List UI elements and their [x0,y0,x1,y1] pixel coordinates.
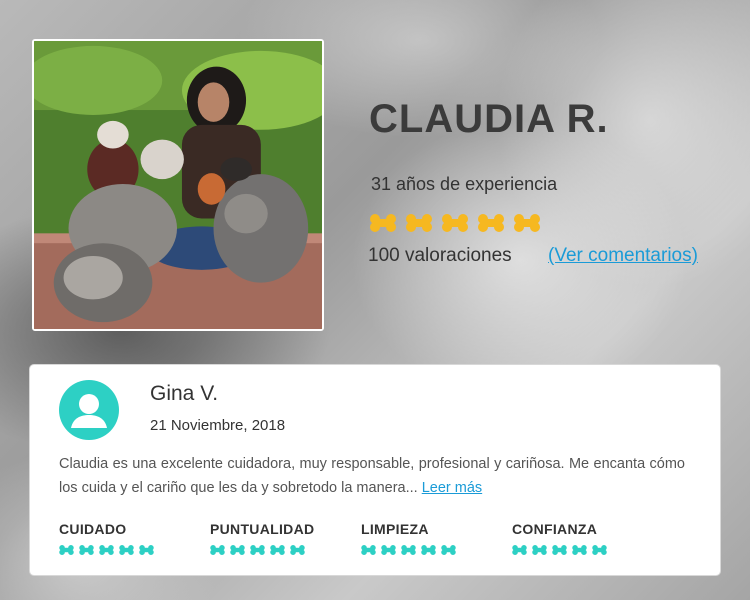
bone-icon [532,545,547,555]
bone-icon [139,545,154,555]
bone-icon [290,545,305,555]
bone-icon [210,545,225,555]
criterion-puntualidad: PUNTUALIDAD [210,521,361,555]
read-more-link[interactable]: Leer más [422,480,482,496]
sitter-photo [32,39,324,331]
bone-icon [119,545,134,555]
bone-icon [99,545,114,555]
criterion-limpieza: LIMPIEZA [361,521,512,555]
bone-icon [514,214,540,232]
bone-icon [512,545,527,555]
review-body: Claudia es una excelente cuidadora, muy … [59,456,685,496]
review-criteria: CUIDADO PUNTUALIDAD LIMPIEZA CONFIANZA [59,521,663,555]
criterion-rating [59,545,210,555]
bone-icon [230,545,245,555]
reviews-count: 100 valoraciones [368,245,512,266]
review-text: Claudia es una excelente cuidadora, muy … [59,452,685,500]
bone-icon [270,545,285,555]
review-date: 21 Noviembre, 2018 [150,417,286,434]
user-icon [59,380,119,440]
bone-icon [421,545,436,555]
bone-icon [478,214,504,232]
review-card: Gina V. 21 Noviembre, 2018 Claudia es un… [29,364,721,576]
sitter-photo-image [34,41,322,329]
bone-icon [406,214,432,232]
criterion-label: LIMPIEZA [361,521,429,537]
bone-icon [401,545,416,555]
avatar-silhouette [71,394,107,428]
criterion-label: CUIDADO [59,521,127,537]
criterion-cuidado: CUIDADO [59,521,210,555]
criterion-rating [361,545,512,555]
bone-icon [592,545,607,555]
criterion-label: PUNTUALIDAD [210,521,315,537]
bone-icon [361,545,376,555]
criterion-label: CONFIANZA [512,521,598,537]
criterion-rating [210,545,361,555]
criterion-confianza: CONFIANZA [512,521,663,555]
view-comments-link[interactable]: (Ver comentarios) [548,245,698,267]
bone-icon [381,545,396,555]
reviewer-name: Gina V. [150,382,219,405]
bone-icon [370,214,396,232]
bone-icon [250,545,265,555]
bone-icon [59,545,74,555]
sitter-rating [370,214,540,232]
sitter-experience: 31 años de experiencia [371,174,558,194]
bone-icon [572,545,587,555]
bone-icon [552,545,567,555]
bone-icon [441,545,456,555]
bone-icon [442,214,468,232]
sitter-name: CLAUDIA R. [369,97,609,141]
criterion-rating [512,545,663,555]
bone-icon [79,545,94,555]
